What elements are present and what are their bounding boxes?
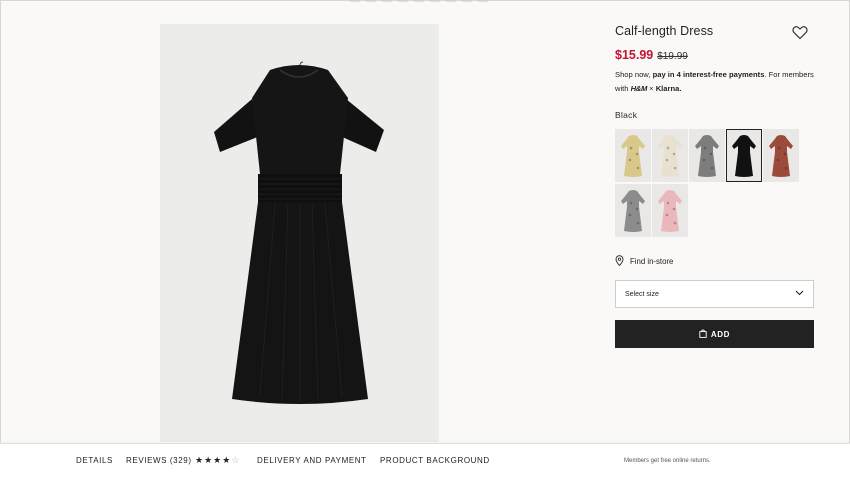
star-icon: ★	[222, 455, 232, 465]
find-in-store-label: Find in-store	[630, 257, 674, 266]
selected-color-name: Black	[615, 110, 638, 120]
color-swatch-yellow-floral[interactable]	[615, 129, 651, 182]
star-icon: ★	[195, 455, 205, 465]
product-title: Calf-length Dress	[615, 24, 714, 38]
add-to-bag-button[interactable]: ADD	[615, 320, 814, 348]
shopping-bag-icon	[699, 329, 707, 340]
add-button-label: ADD	[710, 329, 731, 339]
review-stars: ★★★★☆	[195, 455, 240, 466]
color-swatch-rust-floral[interactable]	[763, 129, 799, 182]
color-swatch-cream-black-floral[interactable]	[652, 129, 688, 182]
tab-reviews[interactable]: REVIEWS (329)	[126, 456, 192, 465]
color-swatch-black[interactable]	[726, 129, 762, 182]
size-select-value: Select size	[625, 290, 659, 298]
original-price: $19.99	[657, 51, 688, 62]
color-swatch-light-pink[interactable]	[652, 184, 688, 237]
location-pin-icon	[615, 255, 624, 268]
product-image[interactable]	[160, 24, 439, 442]
hm-logo: H&M	[630, 84, 648, 93]
star-icon: ☆	[231, 455, 241, 465]
klarna-times: ×	[647, 84, 656, 93]
klarna-bold: pay in 4 interest-free payments	[652, 70, 765, 79]
klarna-message: Shop now, pay in 4 interest-free payment…	[615, 68, 815, 96]
chevron-down-icon	[795, 290, 804, 298]
find-in-store-link[interactable]: Find in-store	[615, 255, 673, 268]
price-row: $15.99 $19.99	[615, 48, 688, 62]
members-returns-note: Members get free online returns.	[624, 458, 711, 464]
color-swatches	[615, 129, 805, 237]
bottom-info-bar: DETAILS REVIEWS (329) ★★★★☆ DELIVERY AND…	[0, 443, 850, 479]
current-price: $15.99	[615, 48, 654, 62]
size-select[interactable]: Select size	[615, 280, 814, 308]
dress-illustration	[214, 61, 384, 404]
heart-icon[interactable]	[792, 25, 808, 40]
klarna-logo: Klarna.	[655, 84, 682, 93]
top-breadcrumb-fragment	[350, 0, 490, 2]
color-swatch-grey-pattern[interactable]	[689, 129, 725, 182]
klarna-prefix: Shop now,	[615, 70, 653, 79]
star-icon: ★	[213, 455, 223, 465]
tab-product-background[interactable]: PRODUCT BACKGROUND	[380, 456, 490, 465]
star-icon: ★	[204, 455, 214, 465]
color-swatch-grey-floral[interactable]	[615, 184, 651, 237]
tab-delivery-payment[interactable]: DELIVERY AND PAYMENT	[257, 456, 367, 465]
tab-details[interactable]: DETAILS	[76, 456, 113, 465]
